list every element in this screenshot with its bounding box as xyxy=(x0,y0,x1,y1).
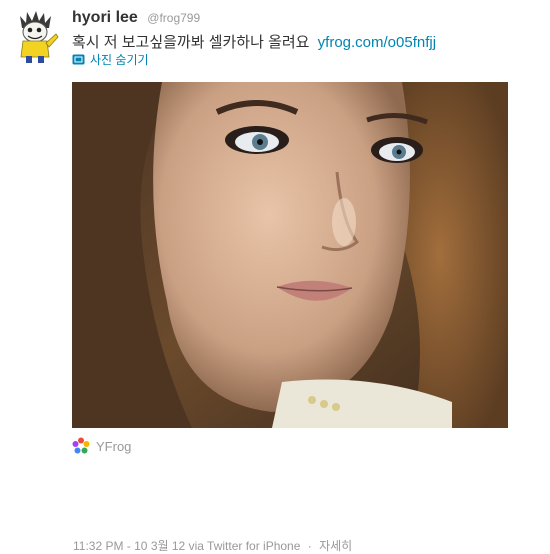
tweet-text: 혹시 저 보고싶을까봐 셀카하나 올려요 xyxy=(72,34,310,51)
user-handle[interactable]: @frog799 xyxy=(147,11,200,25)
tweet-timestamp[interactable]: 11:32 PM - 10 3월 12 xyxy=(73,539,185,553)
tweet-link[interactable]: yfrog.com/o05fnfjj xyxy=(318,34,436,51)
tweet-meta: 11:32 PM - 10 3월 12 via Twitter for iPho… xyxy=(73,537,352,554)
user-name[interactable]: hyori lee xyxy=(72,9,138,26)
media-source-label: YFrog xyxy=(96,438,132,454)
tweet-photo[interactable] xyxy=(72,82,508,428)
tweet-via: via Twitter for iPhone xyxy=(188,539,301,553)
avatar[interactable] xyxy=(12,10,60,64)
yfrog-logo-icon xyxy=(72,437,90,454)
tweet-header: hyori lee @frog799 xyxy=(72,9,200,27)
photo-icon xyxy=(72,54,85,65)
media-source[interactable]: YFrog xyxy=(72,437,131,455)
tweet-text-container: 혹시 저 보고싶을까봐 셀카하나 올려요 yfrog.com/o05fnfjj xyxy=(72,31,436,52)
details-link[interactable]: 자세히 xyxy=(319,539,352,553)
meta-separator: · xyxy=(307,539,312,553)
hide-photo-button[interactable]: 사진 숨기기 xyxy=(72,51,149,68)
hide-photo-label: 사진 숨기기 xyxy=(90,53,149,67)
